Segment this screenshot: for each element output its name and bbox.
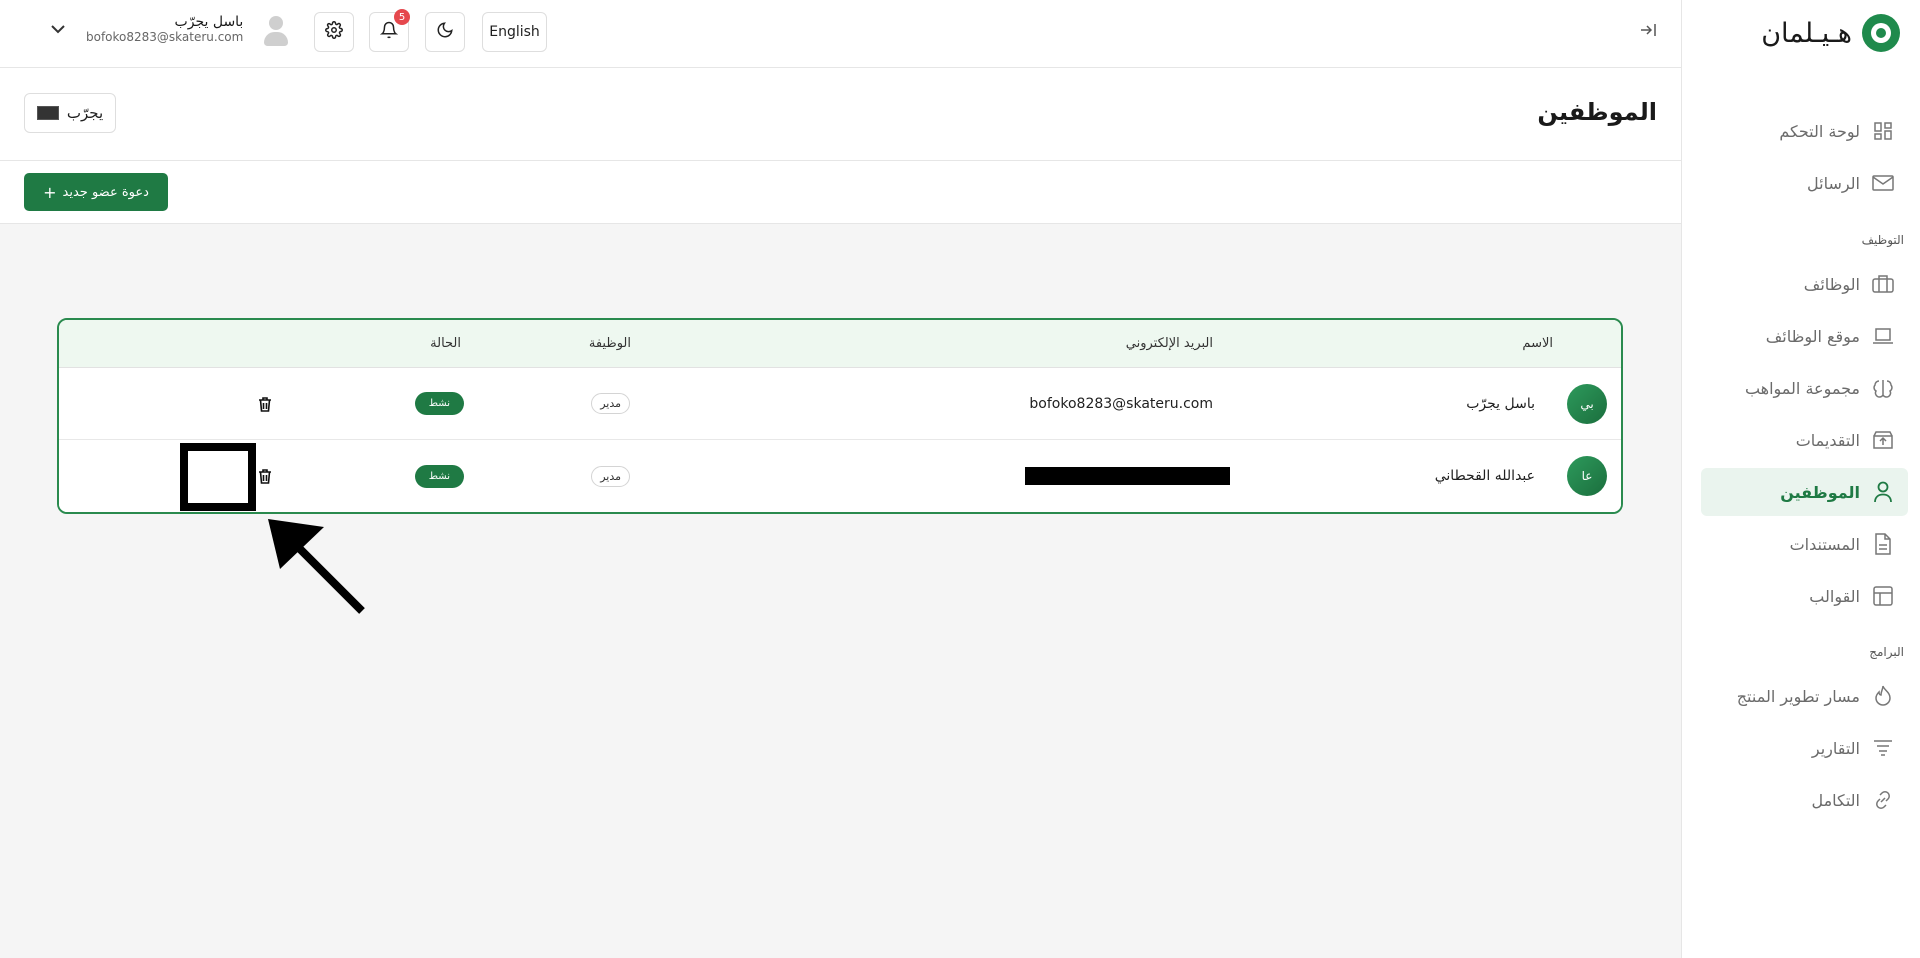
sidebar-item-label: التكامل bbox=[1811, 790, 1860, 810]
company-name: يجرّب bbox=[66, 104, 104, 122]
employees-table: الاسم البريد الإلكتروني الوظيفة الحالة ب… bbox=[57, 318, 1623, 514]
sidebar-item-templates[interactable]: القوالب bbox=[1701, 572, 1908, 620]
laptop-icon bbox=[1872, 325, 1894, 347]
sidebar-item-label: الرسائل bbox=[1807, 173, 1860, 193]
sidebar-collapse-icon[interactable] bbox=[1640, 22, 1656, 41]
redacted-email bbox=[1025, 467, 1230, 485]
delete-button[interactable] bbox=[254, 465, 276, 487]
sidebar-item-label: مجموعة المواهب bbox=[1744, 378, 1860, 398]
user-info: باسل يجرّب bofoko8283@skateru.com bbox=[86, 14, 243, 44]
sidebar-item-messages[interactable]: الرسائل bbox=[1701, 159, 1908, 207]
delete-button[interactable] bbox=[254, 393, 276, 415]
document-icon bbox=[1872, 533, 1894, 555]
role-badge: مدير bbox=[591, 393, 630, 414]
sidebar-item-talent-pool[interactable]: مجموعة المواهب bbox=[1701, 364, 1908, 412]
sidebar-section-programs: البرامج bbox=[1869, 645, 1904, 659]
column-header-email: البريد الإلكتروني bbox=[1125, 336, 1213, 351]
table-row: بي باسل يجرّب bofoko8283@skateru.com مدي… bbox=[59, 368, 1621, 440]
language-button[interactable]: English bbox=[482, 12, 547, 52]
sidebar-item-label: الوظائف bbox=[1803, 274, 1860, 294]
dashboard-icon bbox=[1872, 120, 1894, 142]
notification-badge: 5 bbox=[394, 9, 410, 25]
template-icon bbox=[1872, 585, 1894, 607]
notifications-button[interactable]: 5 bbox=[369, 9, 410, 52]
logo-text: هـيـلمان bbox=[1761, 17, 1852, 49]
sidebar-item-reports[interactable]: التقارير bbox=[1701, 724, 1908, 772]
sidebar-item-label: التقديمات bbox=[1795, 430, 1860, 450]
sidebar-item-integrations[interactable]: التكامل bbox=[1701, 776, 1908, 824]
brain-icon bbox=[1872, 377, 1894, 399]
invite-label: دعوة عضو جديد bbox=[62, 184, 149, 200]
plus-icon: + bbox=[43, 182, 57, 202]
sidebar-item-label: الموظفين bbox=[1780, 482, 1860, 502]
filter-lines-icon bbox=[1872, 737, 1894, 759]
upload-icon bbox=[1872, 429, 1894, 451]
sidebar-section-hiring: التوظيف bbox=[1861, 233, 1904, 247]
status-badge: نشط bbox=[414, 392, 464, 415]
sidebar-item-careers-site[interactable]: موقع الوظائف bbox=[1701, 312, 1908, 360]
moon-icon bbox=[436, 21, 454, 43]
sidebar-item-label: مسار تطوير المنتج bbox=[1736, 686, 1860, 706]
user-avatar[interactable] bbox=[261, 10, 291, 48]
sidebar-item-label: لوحة التحكم bbox=[1779, 121, 1860, 141]
gear-icon bbox=[325, 21, 343, 43]
sidebar: هـيـلمان لوحة التحكم الرسائل التوظيف الو… bbox=[1681, 0, 1920, 958]
sidebar-item-label: موقع الوظائف bbox=[1765, 326, 1860, 346]
column-header-status: الحالة bbox=[430, 336, 461, 351]
bell-icon bbox=[379, 21, 399, 43]
invite-member-button[interactable]: دعوة عضو جديد + bbox=[24, 173, 168, 211]
sidebar-item-jobs[interactable]: الوظائف bbox=[1701, 260, 1908, 308]
logo-mark-icon bbox=[1862, 14, 1900, 52]
column-header-role: الوظيفة bbox=[588, 336, 631, 351]
sidebar-item-label: القوالب bbox=[1809, 586, 1860, 606]
chevron-down-icon[interactable] bbox=[48, 19, 68, 39]
user-email: bofoko8283@skateru.com bbox=[86, 30, 244, 44]
page-header: الموظفين يجرّب bbox=[0, 68, 1681, 161]
sidebar-item-product-roadmap[interactable]: مسار تطوير المنتج bbox=[1701, 672, 1908, 720]
action-bar: دعوة عضو جديد + bbox=[0, 161, 1681, 224]
sidebar-item-dashboard[interactable]: لوحة التحكم bbox=[1701, 107, 1908, 155]
settings-button[interactable] bbox=[314, 12, 354, 52]
sidebar-item-applications[interactable]: التقديمات bbox=[1701, 416, 1908, 464]
employee-name: عبدالله القحطاني bbox=[1434, 468, 1535, 484]
topbar: باسل يجرّب bofoko8283@skateru.com 5 Engl… bbox=[0, 0, 1681, 68]
company-switcher-button[interactable]: يجرّب bbox=[24, 93, 116, 133]
avatar: عا bbox=[1567, 456, 1607, 496]
employee-email: bofoko8283@skateru.com bbox=[1029, 395, 1213, 412]
app-logo[interactable]: هـيـلمان bbox=[1761, 14, 1900, 52]
role-badge: مدير bbox=[591, 465, 630, 487]
table-row: عا عبدالله القحطاني مدير نشط bbox=[59, 440, 1621, 512]
employee-name: باسل يجرّب bbox=[1466, 395, 1535, 412]
column-header-name: الاسم bbox=[1522, 336, 1553, 351]
theme-toggle-button[interactable] bbox=[425, 12, 465, 52]
user-name: باسل يجرّب bbox=[174, 14, 244, 30]
highlight-box bbox=[180, 443, 256, 511]
company-logo-icon bbox=[36, 106, 59, 120]
page-title: الموظفين bbox=[1537, 98, 1657, 126]
flame-icon bbox=[1872, 685, 1894, 707]
user-icon bbox=[1872, 481, 1894, 503]
avatar: بي bbox=[1567, 383, 1607, 424]
mail-icon bbox=[1872, 172, 1894, 194]
sidebar-item-documents[interactable]: المستندات bbox=[1701, 520, 1908, 568]
sidebar-item-label: المستندات bbox=[1789, 534, 1860, 554]
trash-icon bbox=[259, 396, 271, 412]
briefcase-icon bbox=[1872, 273, 1894, 295]
link-icon bbox=[1872, 789, 1894, 811]
annotation-arrow-icon bbox=[268, 519, 365, 614]
trash-icon bbox=[259, 469, 271, 484]
status-badge: نشط bbox=[414, 464, 464, 488]
sidebar-item-employees[interactable]: الموظفين bbox=[1701, 468, 1908, 516]
user-menu[interactable]: باسل يجرّب bofoko8283@skateru.com bbox=[48, 10, 291, 48]
table-header: الاسم البريد الإلكتروني الوظيفة الحالة bbox=[59, 320, 1621, 368]
sidebar-item-label: التقارير bbox=[1811, 738, 1860, 758]
